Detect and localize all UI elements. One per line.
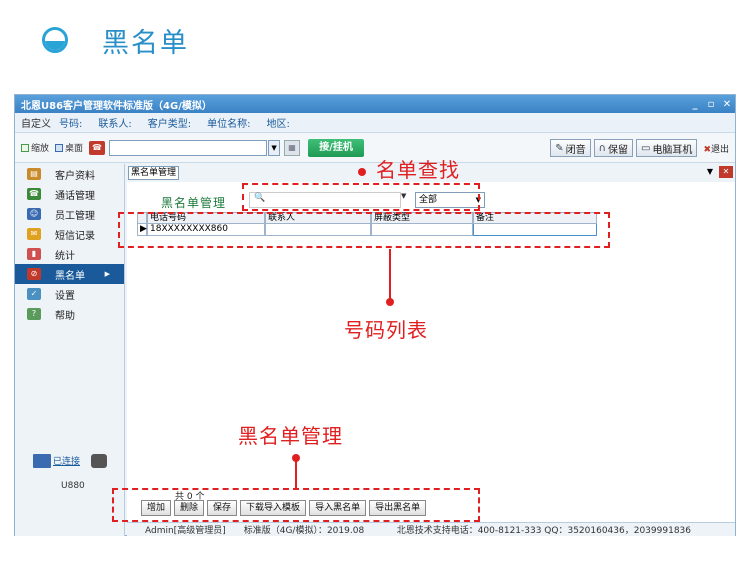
sidebar-item-label: 黑名单 [55,270,85,282]
toolbar-right: ✎ 闭音 ∩ 保留 ▭ 电脑耳机 ✖退出 [547,139,729,157]
info-phone-label: 号码: [59,119,83,130]
tab-blacklist-management[interactable]: 黑名单管理 [128,166,180,180]
hold-button[interactable]: ∩ 保留 [593,139,633,157]
microphone-icon: ✎ [555,142,564,154]
blacklist-icon: ⊘ [27,268,41,280]
sidebar-item-stats[interactable]: ▮ 统计 [15,244,124,264]
computer-icon [33,454,51,468]
page-heading: 黑名单 [42,20,189,60]
info-company-label: 单位名称: [207,119,251,130]
title-bar: 北恩U86客户管理软件标准版（4G/模拟） _ ▫ ✕ [15,95,735,113]
desktop-label: 桌面 [65,144,84,154]
toolbar: 缩放 桌面 ☎ ▼ ▦ 接/挂机 ✎ 闭音 ∩ 保留 ▭ 电脑耳机 ✖退出 [15,133,735,163]
sidebar-item-label: 通话管理 [55,190,95,202]
annotation-dot [386,298,394,306]
customer-icon: ▤ [27,168,41,180]
pc-headset-icon: ▭ [640,142,651,154]
exit-icon: ✖ [703,144,711,155]
phone-icon[interactable]: ☎ [89,140,106,155]
keypad-icon[interactable]: ▦ [284,139,301,156]
close-tab-icon[interactable]: ✕ [719,166,733,178]
close-button[interactable]: ✕ [719,99,735,110]
exit-button[interactable]: ✖退出 [703,142,729,155]
search-highlight-box [242,183,480,211]
annotation-search: 名单查找 [376,158,460,182]
status-support: 北恩技术支持电话：400-8121-333 QQ：3520160436，2039… [396,526,691,536]
custom-label[interactable]: 自定义 [21,115,51,130]
sidebar-item-label: 统计 [55,250,75,262]
info-type-label: 客户类型: [147,119,192,130]
collapse-label: 缩放 [31,144,50,154]
dial-input[interactable] [109,139,268,156]
envelope-icon: ✉ [27,228,41,240]
checkbox-icon [55,143,64,152]
tab-controls: ▼ ✕ [701,166,733,178]
help-icon: ? [27,308,41,320]
headset-button[interactable]: ▭ 电脑耳机 [635,139,698,157]
connection-status[interactable]: 已连接 [53,457,80,467]
sidebar-item-label: 员工管理 [55,210,95,222]
annotation-list: 号码列表 [344,318,428,342]
device-status: 已连接 U880 [33,454,123,491]
answer-hangup-button[interactable]: 接/挂机 [308,138,365,157]
sidebar-item-blacklist[interactable]: ⊘ 黑名单 ▶ [15,264,124,284]
sidebar-item-sms[interactable]: ✉ 短信记录 [15,224,124,244]
annotation-line [389,249,391,301]
exit-label: 退出 [710,144,729,155]
status-bar: Admin[高级管理员] 标准版（4G/模拟）：2019.08 北恩技术支持电话… [127,522,735,536]
annotation-dot [358,168,366,176]
window-title: 北恩U86客户管理软件标准版（4G/模拟） [21,100,212,112]
status-user: Admin[高级管理员] [145,526,226,536]
sidebar-item-staff[interactable]: ☺ 员工管理 [15,204,124,224]
desktop-toggle[interactable]: 桌面 [55,141,83,154]
annotation-manage: 黑名单管理 [238,424,343,448]
page-root: 黑名单 北恩U86客户管理软件标准版（4G/模拟） _ ▫ ✕ 自定义 号码: … [0,0,750,564]
sidebar-item-label: 短信记录 [55,230,95,242]
page-title: 黑名单 [102,27,189,59]
list-highlight-box [118,212,610,248]
sidebar-item-label: 客户资料 [55,170,95,182]
bar-chart-icon: ▮ [27,248,41,260]
telephone-icon [91,454,107,468]
chevron-down-icon[interactable]: ▼ [703,166,717,178]
sidebar-item-help[interactable]: ? 帮助 [15,304,124,324]
status-version: 标准版（4G/模拟）：2019.08 [243,526,365,536]
sidebar-item-label: 帮助 [55,310,75,322]
checkbox-icon [21,143,29,152]
headphones-icon: ∩ [598,142,606,154]
half-circle-icon [42,27,68,53]
minimize-button[interactable]: _ [687,99,703,110]
collapse-toggle[interactable]: 缩放 [21,141,49,154]
hold-label: 保留 [607,144,628,156]
maximize-button[interactable]: ▫ [703,99,719,110]
chevron-right-icon: ▶ [104,270,110,278]
info-contact-label: 联系人: [98,119,132,130]
chevron-down-icon[interactable]: ▼ [268,139,281,156]
sidebar-item-calls[interactable]: ☎ 通话管理 [15,184,124,204]
caller-info-bar: 自定义 号码: 联系人: 客户类型: 单位名称: 地区: [15,113,735,133]
mute-label: 闭音 [565,144,586,156]
sidebar-item-settings[interactable]: ✓ 设置 [15,284,124,304]
settings-icon: ✓ [27,288,41,300]
section-title: 黑名单管理 [161,196,227,210]
sidebar-item-label: 设置 [55,290,75,302]
sidebar-item-customers[interactable]: ▤ 客户资料 [15,164,124,184]
annotation-line [295,460,297,488]
sidebar: ▤ 客户资料 ☎ 通话管理 ☺ 员工管理 ✉ 短信记录 ▮ 统计 ⊘ 黑名单 ▶… [15,164,125,536]
headset-label: 电脑耳机 [652,144,693,156]
staff-icon: ☺ [27,208,41,220]
info-region-label: 地区: [266,119,290,130]
mute-button[interactable]: ✎ 闭音 [550,139,591,157]
calls-icon: ☎ [27,188,41,200]
actions-highlight-box [112,488,480,522]
